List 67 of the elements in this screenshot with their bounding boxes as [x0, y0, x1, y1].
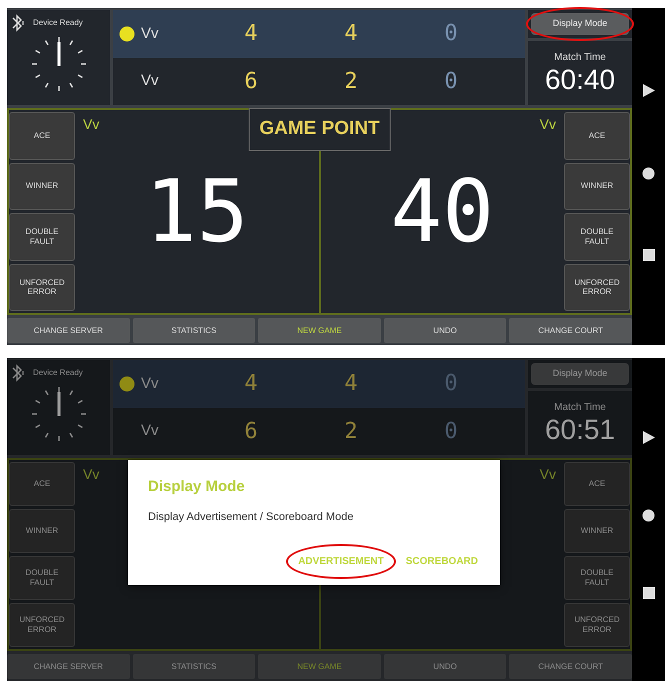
action-button[interactable]: STATISTICS [132, 318, 256, 343]
set-score: 0 [443, 370, 459, 398]
player-name: Vv [83, 115, 100, 134]
player-name: Vv [540, 465, 556, 484]
display-mode-button[interactable]: Display Mode [531, 13, 629, 35]
stat-button[interactable]: UNFORCED ERROR [9, 264, 75, 311]
set-score: 0 [443, 68, 459, 96]
stat-button[interactable]: DOUBLE FAULT [9, 213, 75, 260]
stat-button[interactable]: DOUBLE FAULT [564, 213, 630, 260]
action-button[interactable]: STATISTICS [132, 654, 256, 679]
game-score: 15 [144, 168, 249, 254]
set-score: 2 [343, 418, 359, 446]
stat-button[interactable]: ACE [564, 112, 630, 160]
stat-button[interactable]: DOUBLE FAULT [9, 556, 75, 600]
bluetooth-icon [11, 14, 25, 32]
stat-button[interactable]: ACE [564, 462, 630, 506]
match-time-label: Match Time [554, 51, 606, 66]
stat-button[interactable]: UNFORCED ERROR [564, 264, 630, 311]
set-score: 2 [343, 68, 359, 96]
display-mode-button[interactable]: Display Mode [531, 363, 629, 385]
player-name: Vv [83, 465, 100, 484]
action-button[interactable]: CHANGE SERVER [7, 318, 130, 343]
set-score: 0 [443, 20, 459, 48]
stat-button[interactable]: UNFORCED ERROR [564, 603, 630, 647]
square-icon[interactable] [642, 586, 654, 599]
game-score: 40 [390, 168, 494, 254]
bluetooth-icon [11, 364, 25, 382]
set-score: 0 [443, 418, 459, 446]
match-time: 60:40 [544, 65, 616, 96]
action-button[interactable]: UNDO [384, 318, 506, 343]
player-name: Vv [141, 24, 160, 44]
set-score: 4 [243, 20, 259, 48]
player-name: Vv [141, 421, 160, 441]
action-button[interactable]: NEW GAME [258, 318, 381, 343]
back-triangle-icon[interactable] [642, 82, 656, 98]
set-score: 6 [243, 418, 259, 446]
match-time: 60:51 [544, 415, 616, 446]
game-point-banner: GAME POINT [248, 108, 391, 150]
stat-button[interactable]: WINNER [9, 162, 75, 210]
stat-button[interactable]: DOUBLE FAULT [564, 556, 630, 600]
action-button[interactable]: CHANGE COURT [509, 318, 632, 343]
back-triangle-icon[interactable] [642, 430, 656, 446]
player-name: Vv [540, 115, 556, 134]
action-button[interactable]: CHANGE COURT [509, 654, 632, 679]
set-score: 6 [243, 68, 259, 96]
stat-button[interactable]: ACE [9, 112, 75, 160]
stat-button[interactable]: ACE [9, 462, 75, 506]
player-name: Vv [141, 374, 160, 394]
stat-button[interactable]: WINNER [564, 162, 630, 210]
stat-button[interactable]: WINNER [564, 509, 630, 553]
device-status: Device Ready [33, 17, 83, 29]
stat-button[interactable]: WINNER [9, 509, 75, 553]
action-button[interactable]: NEW GAME [258, 654, 381, 679]
home-circle-icon[interactable] [642, 166, 655, 180]
device-status: Device Ready [33, 367, 83, 379]
action-button[interactable]: UNDO [384, 654, 506, 679]
dialog-message: Display Advertisement / Scoreboard Mode [148, 510, 354, 524]
match-time-label: Match Time [554, 401, 606, 416]
home-circle-icon[interactable] [642, 509, 655, 522]
set-score: 4 [343, 20, 359, 48]
action-button[interactable]: CHANGE SERVER [7, 654, 130, 679]
stat-button[interactable]: UNFORCED ERROR [9, 603, 75, 647]
square-icon[interactable] [642, 248, 654, 260]
set-score: 4 [243, 370, 259, 398]
set-score: 4 [343, 370, 359, 398]
dialog-title: Display Mode [148, 477, 246, 497]
player-name: Vv [141, 71, 160, 91]
